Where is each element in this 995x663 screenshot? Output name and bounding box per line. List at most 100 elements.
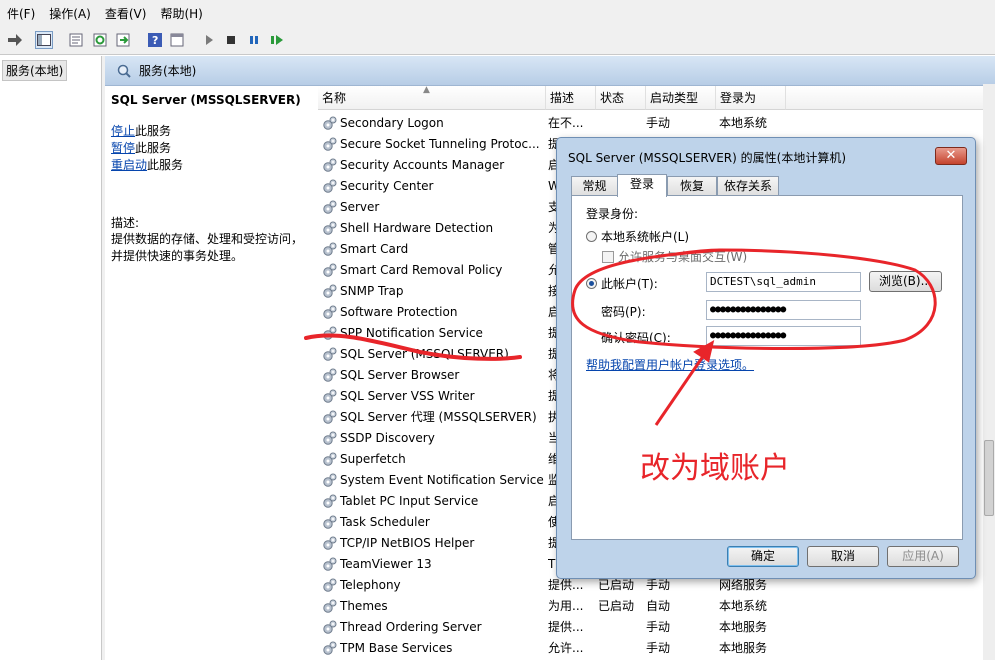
column-header-startup-type[interactable]: 启动类型	[646, 86, 716, 110]
service-name: SQL Server (MSSQLSERVER)	[340, 347, 509, 361]
pane-header-title: 服务(本地)	[139, 64, 197, 78]
console-tree: 服务(本地)	[0, 56, 102, 660]
service-row[interactable]: TPM Base Services 允许... 手动 本地服务	[318, 638, 995, 659]
scrollbar-thumb[interactable]	[984, 440, 994, 516]
dialog-close-button[interactable]: ✕	[935, 147, 967, 165]
view-icon[interactable]	[168, 31, 186, 49]
pause-icon[interactable]	[245, 31, 263, 49]
vertical-scrollbar[interactable]	[983, 84, 995, 660]
help-configure-link[interactable]: 帮助我配置用户帐户登录选项。	[586, 356, 754, 373]
gear-icon	[322, 557, 337, 572]
menu-action[interactable]: 操作(A)	[42, 5, 98, 22]
browse-button[interactable]: 浏览(B)...	[869, 271, 942, 292]
annotation-text: 改为域账户	[640, 451, 790, 486]
menu-view[interactable]: 查看(V)	[98, 5, 154, 22]
description-line: 并提供快速的事务处理。	[111, 249, 244, 263]
gear-icon	[322, 347, 337, 362]
gear-icon	[322, 494, 337, 509]
service-name: TeamViewer 13	[340, 557, 432, 571]
dialog-title: SQL Server (MSSQLSERVER) 的属性(本地计算机)	[568, 151, 846, 165]
selected-service-title: SQL Server (MSSQLSERVER)	[111, 93, 301, 107]
service-row[interactable]: Thread Ordering Server 提供... 手动 本地服务	[318, 617, 995, 638]
service-name: Telephony	[340, 578, 401, 592]
gear-icon	[322, 116, 337, 131]
interact-desktop-label: 允许服务与桌面交互(W)	[618, 250, 748, 264]
interact-desktop-checkbox[interactable]	[602, 251, 614, 263]
service-logon-as: 本地系统	[719, 599, 768, 613]
gear-icon	[322, 179, 337, 194]
service-name: Tablet PC Input Service	[340, 494, 479, 508]
ok-button[interactable]: 确定	[727, 546, 799, 567]
description-line: 提供数据的存储、处理和受控访问，	[111, 232, 304, 246]
gear-icon	[322, 578, 337, 593]
account-input[interactable]: DCTEST\sql_admin	[706, 272, 861, 292]
service-name: Secondary Logon	[340, 116, 444, 130]
gear-icon	[322, 137, 337, 152]
pause-link[interactable]: 暂停	[111, 141, 135, 155]
service-name: Smart Card Removal Policy	[340, 263, 503, 277]
gear-icon	[322, 620, 337, 635]
service-startup-type: 手动	[646, 641, 671, 655]
this-account-label: 此帐户(T):	[601, 277, 658, 291]
gear-icon	[322, 515, 337, 530]
column-header-description[interactable]: 描述	[546, 86, 596, 110]
forward-arrow-icon[interactable]	[6, 31, 24, 49]
gear-icon	[322, 326, 337, 341]
tab-dependencies[interactable]: 依存关系	[717, 176, 779, 196]
column-header-logon-as[interactable]: 登录为	[716, 86, 786, 110]
gear-icon	[322, 305, 337, 320]
local-system-radio[interactable]	[586, 231, 597, 242]
this-account-radio[interactable]	[586, 278, 597, 289]
pause-service-action: 暂停此服务	[111, 140, 311, 157]
column-header-status[interactable]: 状态	[596, 86, 646, 110]
service-logon-as: 本地服务	[719, 620, 768, 634]
stop-link[interactable]: 停止	[111, 124, 135, 138]
service-name: Software Protection	[340, 305, 458, 319]
service-row[interactable]: Secondary Logon 在不... 手动 本地系统	[318, 113, 995, 134]
properties-dialog: SQL Server (MSSQLSERVER) 的属性(本地计算机) ✕ 常规…	[556, 137, 976, 579]
gear-icon	[322, 431, 337, 446]
properties-icon[interactable]	[67, 31, 85, 49]
gear-icon	[322, 242, 337, 257]
gear-icon	[322, 641, 337, 656]
menu-file[interactable]: 件(F)	[0, 5, 42, 22]
tab-recovery[interactable]: 恢复	[667, 176, 717, 196]
column-header-name[interactable]: 名称 ▲	[318, 85, 546, 110]
gear-icon	[322, 599, 337, 614]
export-icon[interactable]	[114, 31, 132, 49]
cancel-button[interactable]: 取消	[807, 546, 879, 567]
stop-icon[interactable]	[222, 31, 240, 49]
service-startup-type: 手动	[646, 116, 671, 130]
service-description: 允许...	[548, 641, 584, 655]
help-icon[interactable]: ?	[146, 31, 164, 49]
service-name: Security Center	[340, 179, 434, 193]
refresh-icon[interactable]	[91, 31, 109, 49]
gear-icon	[322, 221, 337, 236]
restart-link[interactable]: 重启动	[111, 158, 147, 172]
service-name: Server	[340, 200, 380, 214]
menu-help[interactable]: 帮助(H)	[153, 5, 209, 22]
gear-icon	[322, 284, 337, 299]
gear-icon	[322, 263, 337, 278]
console-tree-icon[interactable]	[35, 31, 53, 49]
tab-general[interactable]: 常规	[571, 176, 618, 196]
service-logon-as: 本地系统	[719, 116, 768, 130]
logon-tab-panel: 登录身份: 本地系统帐户(L) 允许服务与桌面交互(W) 此帐户(T): DCT…	[571, 195, 963, 540]
restart-icon[interactable]	[268, 31, 286, 49]
confirm-password-input[interactable]: ●●●●●●●●●●●●●●●	[706, 326, 861, 346]
tree-node-services-local[interactable]: 服务(本地)	[2, 60, 68, 81]
password-input[interactable]: ●●●●●●●●●●●●●●●	[706, 300, 861, 320]
service-name: SQL Server VSS Writer	[340, 389, 475, 403]
play-icon[interactable]	[200, 31, 218, 49]
stop-link-suffix: 此服务	[135, 124, 172, 138]
pane-header: 服务(本地)	[105, 56, 995, 86]
tab-logon[interactable]: 登录	[617, 174, 667, 197]
apply-button[interactable]: 应用(A)	[887, 546, 959, 567]
magnifier-icon	[117, 64, 131, 78]
service-name: Shell Hardware Detection	[340, 221, 494, 235]
service-description: 提供...	[548, 620, 584, 634]
column-header-filler	[786, 86, 995, 110]
pause-link-suffix: 此服务	[135, 141, 172, 155]
password-label: 密码(P):	[601, 305, 646, 319]
service-row[interactable]: Themes 为用... 已启动 自动 本地系统	[318, 596, 995, 617]
